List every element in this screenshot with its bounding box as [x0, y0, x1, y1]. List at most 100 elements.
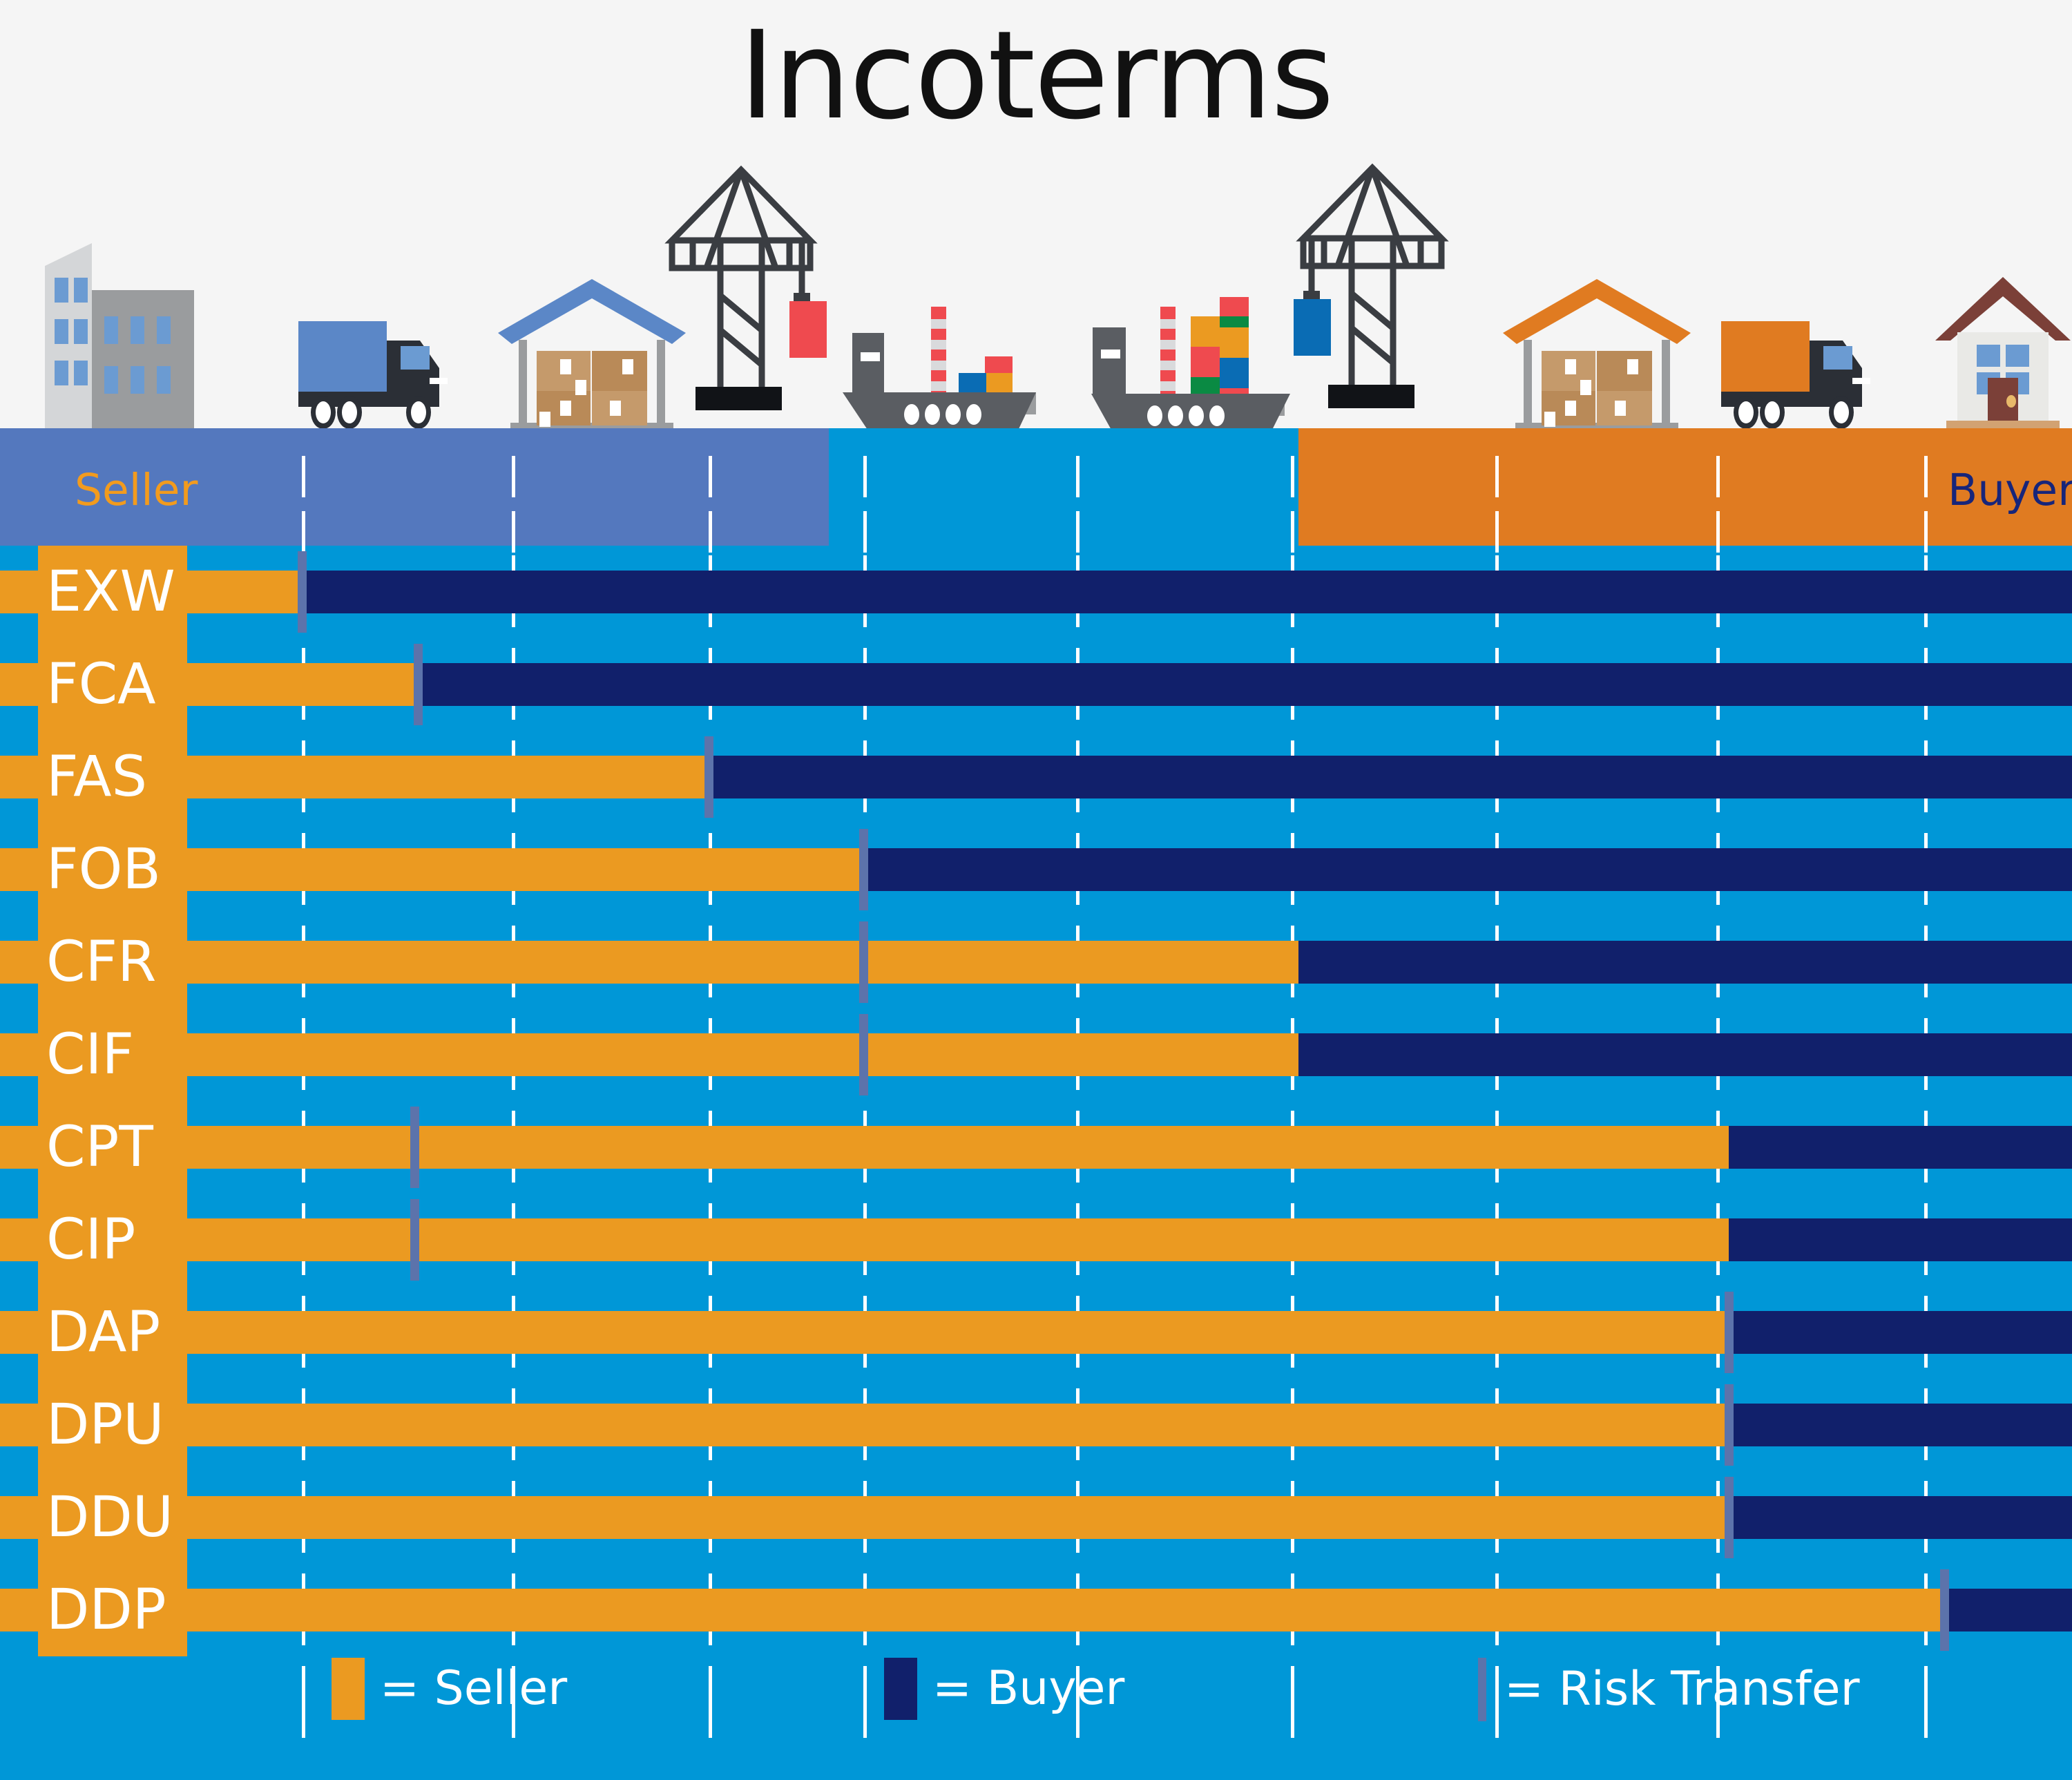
risk-transfer-marker: [1940, 1569, 1949, 1651]
seller-segment: [0, 1589, 1944, 1631]
gridline-dash: [1716, 456, 1720, 497]
incoterms-infographic: Incoterms Seller Buyer EXW FCA FAS FOB C…: [0, 0, 2072, 1780]
incoterm-label-text: DDU: [46, 1484, 174, 1550]
legend-label-buyer: = Buyer: [932, 1661, 1125, 1716]
buyer-segment: [1729, 1126, 2072, 1169]
incoterm-label-dpu[interactable]: DPU: [38, 1379, 187, 1471]
risk-transfer-marker: [410, 1199, 419, 1281]
incoterm-label-dap[interactable]: DAP: [38, 1286, 187, 1379]
incoterm-row[interactable]: CFR: [0, 916, 2072, 1008]
incoterm-label-cpt[interactable]: CPT: [38, 1101, 187, 1194]
port-crane-origin-icon: [664, 165, 827, 410]
incoterm-label-text: CPT: [46, 1114, 153, 1180]
incoterm-label-ddu[interactable]: DDU: [38, 1471, 187, 1564]
risk-transfer-marker: [410, 1107, 419, 1188]
incoterm-label-text: FCA: [46, 651, 156, 717]
buyer-segment: [1729, 1404, 2072, 1446]
seller-label: Seller: [75, 465, 198, 515]
incoterm-label-text: DDP: [46, 1577, 166, 1643]
incoterm-row[interactable]: DDU: [0, 1471, 2072, 1564]
incoterm-label-text: CIP: [46, 1207, 136, 1272]
incoterm-label-exw[interactable]: EXW: [38, 546, 187, 638]
gridline-dash: [302, 456, 305, 497]
buyer-house-icon: [1935, 277, 2071, 432]
buyer-segment: [418, 663, 2072, 706]
incoterm-label-cif[interactable]: CIF: [38, 1008, 187, 1101]
incoterm-row[interactable]: FOB: [0, 823, 2072, 916]
gridline-dash: [512, 456, 515, 497]
incoterm-label-text: DAP: [46, 1299, 161, 1365]
incoterm-label-text: EXW: [46, 559, 175, 624]
risk-transfer-marker: [859, 1014, 868, 1095]
container-ship-origin-icon: [843, 307, 1036, 442]
incoterm-label-text: CFR: [46, 929, 157, 995]
buyer-segment: [1944, 1589, 2072, 1631]
incoterm-row[interactable]: EXW: [0, 546, 2072, 638]
gridline-dash: [1924, 456, 1928, 497]
buyer-segment: [1298, 941, 2072, 984]
incoterm-label-cip[interactable]: CIP: [38, 1194, 187, 1286]
legend-label-seller: = Seller: [380, 1661, 568, 1716]
incoterm-label-cfr[interactable]: CFR: [38, 916, 187, 1008]
gridline-dash: [1291, 456, 1294, 497]
incoterm-label-fca[interactable]: FCA: [38, 638, 187, 731]
legend-label-risk-transfer: = Risk Transfer: [1504, 1662, 1860, 1716]
seller-segment: [0, 1404, 1729, 1446]
incoterm-label-text: FAS: [46, 744, 147, 810]
buyer-segment: [1729, 1218, 2072, 1261]
incoterm-row[interactable]: FAS: [0, 731, 2072, 823]
legend-item-seller: = Seller: [332, 1658, 567, 1720]
chart-legend: = Seller = Buyer = Risk Transfer: [0, 1658, 2072, 1754]
buyer-segment: [1729, 1311, 2072, 1354]
seller-segment: [0, 1496, 1729, 1539]
factory-buildings-icon: [45, 243, 194, 428]
port-crane-destination-icon: [1294, 163, 1449, 408]
legend-item-risk: = Risk Transfer: [1478, 1658, 1860, 1721]
incoterm-label-fob[interactable]: FOB: [38, 823, 187, 916]
legend-swatch-seller: [332, 1658, 365, 1720]
seller-segment: [0, 941, 1298, 984]
incoterm-row[interactable]: DDP: [0, 1564, 2072, 1656]
incoterm-row[interactable]: FCA: [0, 638, 2072, 731]
buyer-warehouse-icon: [1503, 279, 1691, 431]
risk-transfer-marker: [859, 829, 868, 910]
buyer-segment: [1298, 1033, 2072, 1076]
incoterm-row[interactable]: CIF: [0, 1008, 2072, 1101]
buyer-segment: [709, 756, 2072, 798]
incoterm-row[interactable]: DAP: [0, 1286, 2072, 1379]
seller-truck-icon: [298, 321, 448, 429]
risk-transfer-marker: [704, 736, 713, 818]
incoterm-label-fas[interactable]: FAS: [38, 731, 187, 823]
incoterm-row[interactable]: CPT: [0, 1101, 2072, 1194]
risk-transfer-marker: [859, 921, 868, 1003]
risk-transfer-marker: [1725, 1292, 1734, 1373]
legend-swatch-risk-transfer: [1478, 1658, 1486, 1721]
risk-transfer-marker: [298, 551, 307, 633]
gridline-dash: [1495, 456, 1499, 497]
legend-swatch-buyer: [884, 1658, 917, 1720]
seller-segment: [0, 1218, 1729, 1261]
buyer-segment: [863, 848, 2072, 891]
incoterms-rows: EXW FCA FAS FOB CFR CIF CPT CIP DAP DPU DDU DDP: [0, 546, 2072, 1656]
incoterm-label-text: FOB: [46, 836, 161, 902]
sea-middle-band: [829, 428, 1298, 546]
legend-item-buyer: = Buyer: [884, 1658, 1124, 1720]
seller-segment: [0, 1311, 1729, 1354]
buyer-segment: [1729, 1496, 2072, 1539]
incoterm-row[interactable]: CIP: [0, 1194, 2072, 1286]
buyer-segment: [302, 571, 2072, 613]
gridline-dash: [1076, 456, 1080, 497]
risk-transfer-marker: [414, 644, 423, 725]
risk-transfer-marker: [1725, 1384, 1734, 1466]
gridline-dash: [709, 456, 712, 497]
incoterm-label-text: CIF: [46, 1022, 135, 1087]
buyer-truck-icon: [1721, 321, 1870, 429]
buyer-label: Buyer: [1948, 465, 2072, 515]
incoterm-label-text: DPU: [46, 1392, 164, 1457]
incoterm-label-ddp[interactable]: DDP: [38, 1564, 187, 1656]
seller-segment: [0, 1033, 1298, 1076]
risk-transfer-marker: [1725, 1477, 1734, 1558]
incoterm-row[interactable]: DPU: [0, 1379, 2072, 1471]
seller-segment: [0, 1126, 1729, 1169]
gridline-dash: [863, 456, 867, 497]
